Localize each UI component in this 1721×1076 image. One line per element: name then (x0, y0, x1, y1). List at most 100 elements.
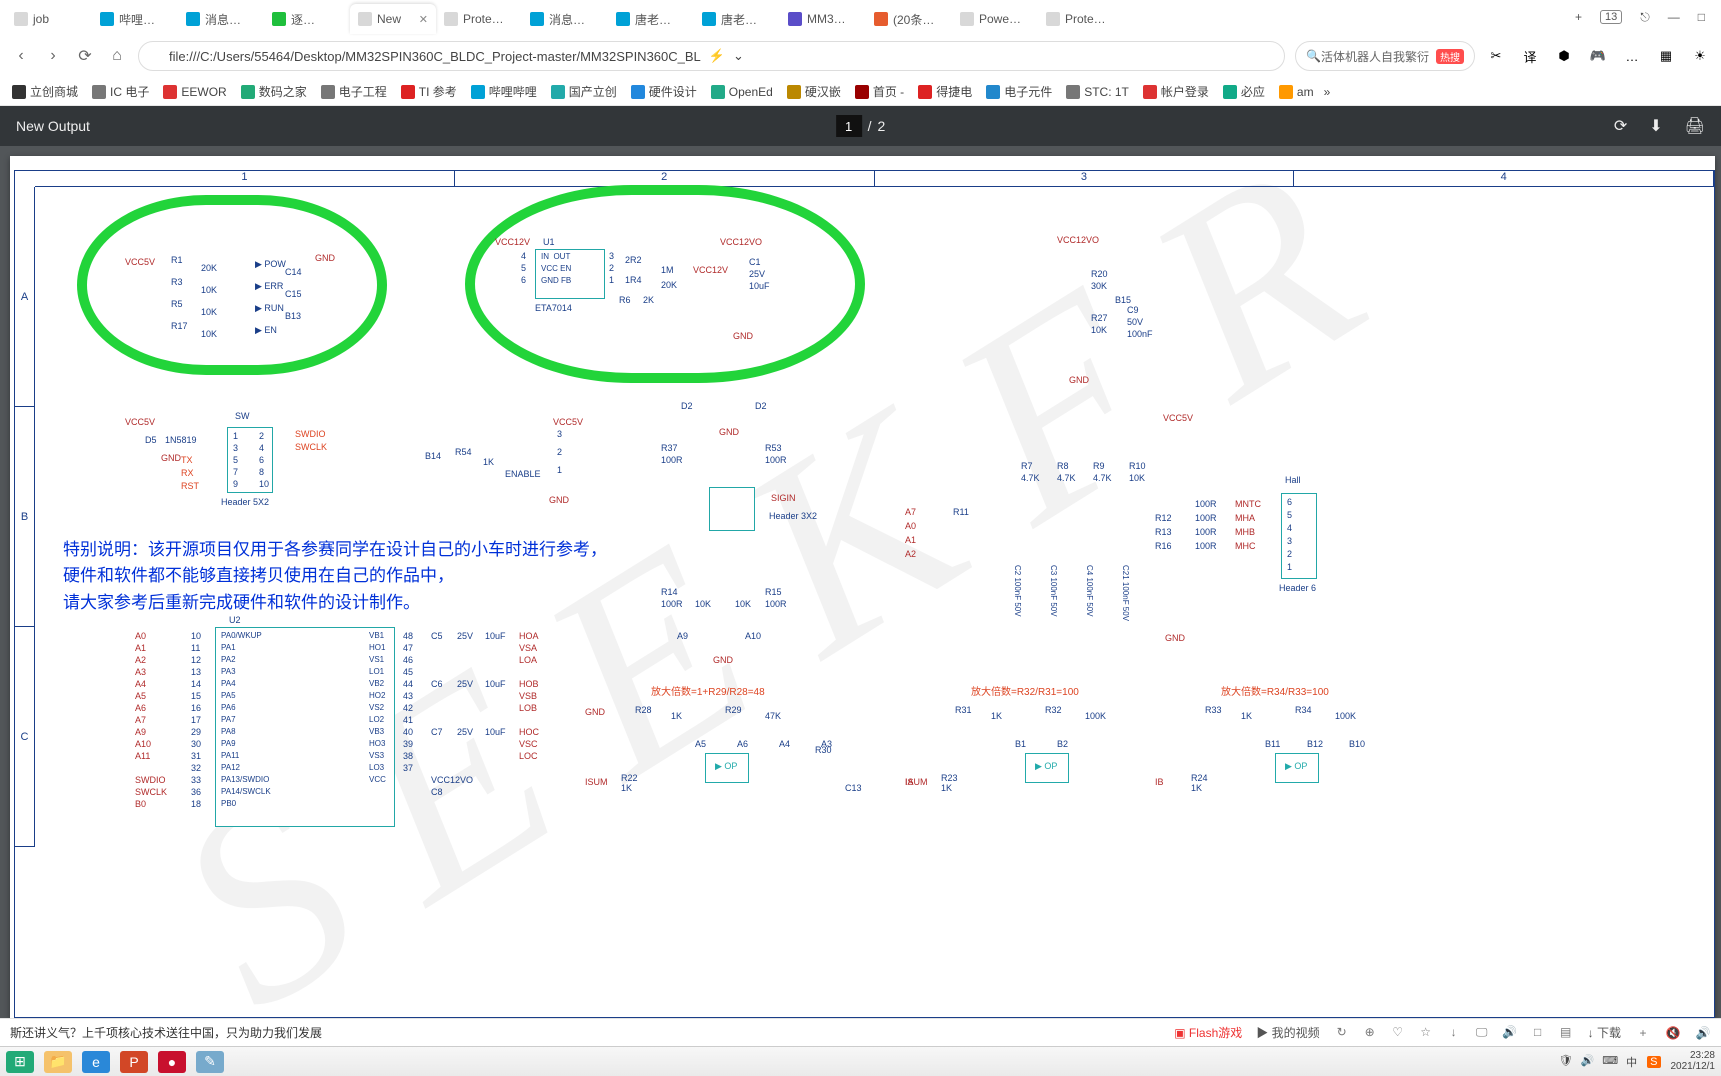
download-link[interactable]: ↓ 下载 (1588, 1024, 1621, 1041)
tab-label: 唐老… (635, 11, 671, 28)
tab-6[interactable]: 消息… (522, 4, 608, 34)
bookmark-icon (631, 85, 645, 99)
toolbar-icon-0[interactable]: ✂ (1485, 45, 1507, 67)
r24v-2: 1K (1191, 783, 1202, 793)
tab-3[interactable]: 逐… (264, 4, 350, 34)
taskbar-app-3[interactable]: P (120, 1051, 148, 1073)
b7-C2: C2 100nF 50V (1013, 565, 1022, 617)
bookmark-16[interactable]: 必应 (1219, 83, 1269, 100)
window-restore[interactable]: □ (1698, 10, 1705, 24)
tab-2[interactable]: 消息… (178, 4, 264, 34)
tab-10[interactable]: (20条… (866, 4, 952, 34)
mcu-l-net-0: A0 (135, 631, 146, 641)
taskbar-app-5[interactable]: ✎ (196, 1051, 224, 1073)
tab-new-button[interactable]: + (1575, 10, 1582, 24)
tab-8[interactable]: 唐老… (694, 4, 780, 34)
bookmark-14[interactable]: STC: 1T (1062, 85, 1133, 99)
tab-close-icon[interactable]: ✕ (419, 13, 428, 26)
tab-1[interactable]: 哔哩… (92, 4, 178, 34)
tray-icon-3[interactable]: 中 (1626, 1054, 1637, 1070)
bookmark-4[interactable]: 电子工程 (317, 83, 391, 100)
tab-7[interactable]: 唐老… (608, 4, 694, 34)
bookmark-0[interactable]: 立创商城 (8, 83, 82, 100)
toolbar-icon-5[interactable]: ▦ (1655, 45, 1677, 67)
taskbar-app-4[interactable]: ● (158, 1051, 186, 1073)
status-icon-0[interactable]: ↻ (1334, 1025, 1350, 1040)
pdf-viewport[interactable]: SEEKFR 1234 ABC VCC5V GND R1 20K ▶ POWR3… (0, 146, 1721, 1018)
lightning-icon[interactable]: ⚡ (709, 48, 725, 64)
nav-home[interactable]: ⌂ (106, 47, 128, 65)
r22v-0: 1K (621, 783, 632, 793)
status-icon-3[interactable]: ☆ (1418, 1025, 1434, 1040)
bookmark-1[interactable]: IC 电子 (88, 83, 153, 100)
pdf-print-icon[interactable]: 🖨 (1685, 116, 1705, 136)
nav-back[interactable]: ‹ (10, 47, 32, 65)
gnd-b6: GND (719, 427, 739, 437)
bookmark-15[interactable]: 帐户登录 (1139, 83, 1213, 100)
bookmark-2[interactable]: EEWOR (159, 85, 230, 99)
pdf-download-icon[interactable]: ⬇ (1649, 116, 1662, 136)
url-dropdown-icon[interactable]: ⌄ (733, 48, 744, 64)
bookmark-7[interactable]: 国产立创 (547, 83, 621, 100)
nav-reload[interactable]: ⟳ (74, 46, 96, 66)
gain-1: 放大倍数=R32/R31=100 (971, 683, 1079, 698)
bookmark-8[interactable]: 硬件设计 (627, 83, 701, 100)
status-icon-4[interactable]: ↓ (1446, 1025, 1462, 1040)
toolbar-icon-2[interactable]: ⬢ (1553, 45, 1575, 67)
pdf-page-sep: / (868, 118, 872, 134)
url-field[interactable]: file:///C:/Users/55464/Desktop/MM32SPIN3… (138, 41, 1285, 71)
search-box[interactable]: 🔍 活体机器人自我繁衍 热搜 (1295, 41, 1475, 71)
taskbar-app-2[interactable]: e (82, 1051, 110, 1073)
pdf-page-input[interactable] (836, 115, 862, 137)
r24-2: R24 (1191, 773, 1208, 783)
tab-count-badge[interactable]: 13 (1600, 10, 1622, 24)
tray-icon-0[interactable]: 🛡 (1559, 1054, 1573, 1070)
tab-4[interactable]: New✕ (350, 4, 436, 34)
d5-ref: D5 (145, 435, 157, 445)
bookmark-17[interactable]: am (1275, 85, 1318, 99)
bookmark-11[interactable]: 首页 - (851, 83, 908, 100)
pdf-rotate-icon[interactable]: ⟳ (1614, 116, 1627, 136)
bookmark-3[interactable]: 数码之家 (237, 83, 311, 100)
tab-9[interactable]: MM3… (780, 4, 866, 34)
status-vol-icon[interactable]: 🔊 (1695, 1026, 1711, 1040)
bookmark-13[interactable]: 电子元件 (982, 83, 1056, 100)
status-icon-8[interactable]: ▤ (1558, 1025, 1574, 1040)
tab-11[interactable]: Powe… (952, 4, 1038, 34)
status-icon-7[interactable]: □ (1530, 1025, 1546, 1040)
bookmark-5[interactable]: TI 参考 (397, 83, 461, 100)
flash-game-link[interactable]: ▣ Flash游戏 (1174, 1024, 1242, 1041)
tab-12[interactable]: Prote… (1038, 4, 1124, 34)
taskbar-app-0[interactable]: ⊞ (6, 1051, 34, 1073)
bookmark-expand-icon[interactable]: » (1324, 85, 1331, 99)
tab-label: MM3… (807, 12, 846, 26)
status-plus[interactable]: + (1635, 1026, 1651, 1040)
bookmark-12[interactable]: 得捷电 (914, 83, 976, 100)
tab-0[interactable]: job (6, 4, 92, 34)
tray-icon-1[interactable]: 🔊 (1581, 1054, 1595, 1070)
status-mute-icon[interactable]: 🔇 (1665, 1026, 1681, 1040)
tab-5[interactable]: Prote… (436, 4, 522, 34)
tab-label: Powe… (979, 12, 1021, 26)
status-icon-2[interactable]: ♡ (1390, 1025, 1406, 1040)
tray-clock[interactable]: 23:28 2021/12/1 (1671, 1051, 1716, 1072)
status-icon-5[interactable]: 🖵 (1474, 1025, 1490, 1040)
window-minimize[interactable]: — (1668, 10, 1680, 24)
ime-sogou[interactable]: S (1647, 1056, 1660, 1068)
toolbar-icon-1[interactable]: 译 (1519, 45, 1541, 67)
browser-menu-icon[interactable]: ⎋ (1640, 10, 1650, 25)
nav-forward[interactable]: › (42, 47, 64, 65)
status-icon-1[interactable]: ⊕ (1362, 1025, 1378, 1040)
toolbar-icon-6[interactable]: ☀ (1689, 45, 1711, 67)
mcu-r-cap-4: 10uF (485, 679, 506, 689)
bookmark-10[interactable]: 硬汉嵌 (783, 83, 845, 100)
bookmark-6[interactable]: 哔哩哔哩 (467, 83, 541, 100)
my-video-link[interactable]: ▶ 我的视频 (1256, 1024, 1319, 1041)
toolbar-icon-3[interactable]: 🎮 (1587, 45, 1609, 67)
toolbar-icon-4[interactable]: … (1621, 45, 1643, 67)
tray-icon-2[interactable]: ⌨ (1602, 1054, 1618, 1070)
news-link[interactable]: 斯还讲义气？上千项核心技术送往中国，只为助力我们发展 (10, 1024, 322, 1041)
bookmark-9[interactable]: OpenEd (707, 85, 777, 99)
taskbar-app-1[interactable]: 📁 (44, 1051, 72, 1073)
status-icon-6[interactable]: 🔊 (1502, 1025, 1518, 1040)
